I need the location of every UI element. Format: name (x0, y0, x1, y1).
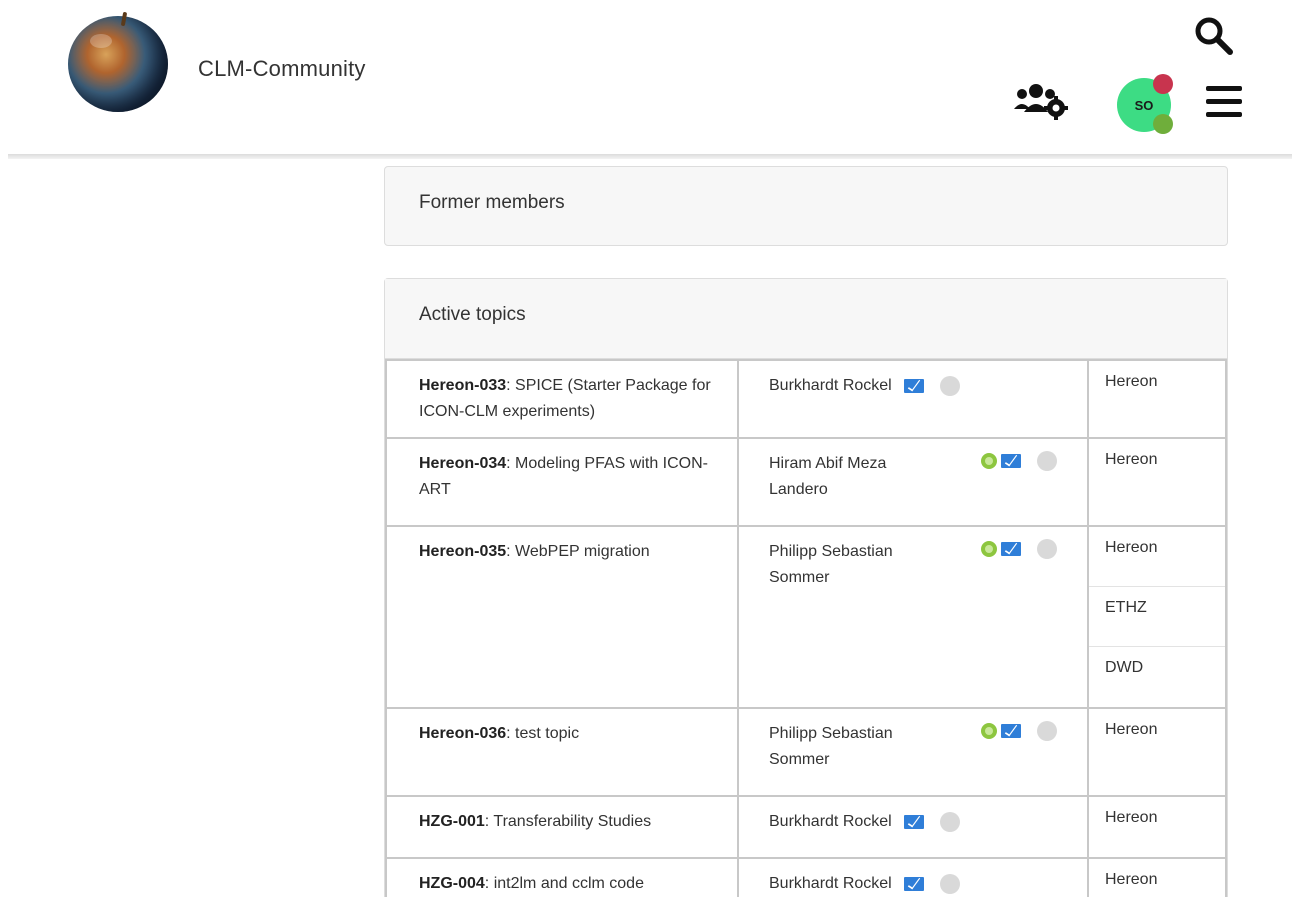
org-cell: Hereon (1087, 857, 1227, 897)
person-cell: Burkhardt Rockel (737, 795, 1089, 859)
person-cell: Philipp Sebastian Sommer (737, 707, 1089, 797)
active-topics-title: Active topics (419, 304, 526, 325)
site-header: CLM-Community SO (0, 0, 1292, 156)
topic-title[interactable]: : int2lm and cclm code (485, 875, 644, 892)
status-dot-icon (940, 376, 961, 396)
person-name[interactable]: Burkhardt Rockel (769, 871, 892, 897)
person-actions (904, 376, 961, 396)
topic-cell[interactable]: HZG-001: Transferability Studies (385, 795, 739, 859)
topic-title[interactable]: : Transferability Studies (485, 813, 651, 830)
hamburger-menu-icon[interactable] (1204, 84, 1244, 120)
orcid-icon[interactable] (981, 541, 997, 557)
person-actions (981, 721, 1057, 741)
mail-icon[interactable] (904, 379, 925, 393)
org-label[interactable]: ETHZ (1089, 587, 1225, 647)
topic-cell[interactable]: Hereon-033: SPICE (Starter Package for I… (385, 359, 739, 439)
users-settings-icon (1014, 84, 1068, 120)
topic-code[interactable]: Hereon-035 (419, 543, 506, 560)
table-row: HZG-001: Transferability Studies Burkhar… (385, 795, 1227, 859)
topic-cell[interactable]: HZG-004: int2lm and cclm code (385, 857, 739, 897)
former-members-card[interactable]: Former members (384, 166, 1228, 246)
search-icon (1195, 17, 1233, 55)
table-row: Hereon-034: Modeling PFAS with ICON-ART … (385, 437, 1227, 527)
org-cell: Hereon ETHZ DWD (1087, 525, 1227, 709)
status-dot-icon (940, 874, 961, 894)
person-cell: Philipp Sebastian Sommer (737, 525, 1089, 709)
person-cell: Burkhardt Rockel (737, 857, 1089, 897)
avatar-initials: SO (1134, 97, 1154, 113)
mail-icon[interactable] (904, 877, 925, 891)
online-status-badge (1153, 114, 1173, 134)
person-cell: Burkhardt Rockel (737, 359, 1089, 439)
search-button[interactable] (1192, 14, 1236, 58)
person-actions (904, 812, 961, 832)
org-cell: Hereon (1087, 437, 1227, 527)
menu-bar (1206, 99, 1242, 104)
status-dot-icon (940, 812, 961, 832)
manage-groups-button[interactable] (1012, 82, 1070, 122)
table-row: Hereon-035: WebPEP migration Philipp Seb… (385, 525, 1227, 709)
user-avatar[interactable]: SO (1117, 74, 1173, 134)
active-topics-card: Active topics Hereon-033: SPICE (Starter… (384, 278, 1228, 897)
person-cell: Hiram Abif Meza Landero (737, 437, 1089, 527)
org-label[interactable]: Hereon (1089, 709, 1225, 769)
active-topics-header[interactable]: Active topics (385, 279, 1227, 359)
org-cell: Hereon (1087, 795, 1227, 859)
topics-table: Hereon-033: SPICE (Starter Package for I… (385, 359, 1227, 897)
person-name[interactable]: Philipp Sebastian Sommer (769, 539, 949, 591)
topic-title[interactable]: : WebPEP migration (506, 543, 649, 560)
person-name[interactable]: Burkhardt Rockel (769, 373, 892, 399)
person-name[interactable]: Burkhardt Rockel (769, 809, 892, 835)
notification-badge (1153, 74, 1173, 94)
mail-icon[interactable] (904, 815, 925, 829)
orcid-icon[interactable] (981, 453, 997, 469)
topic-code[interactable]: Hereon-034 (419, 455, 506, 472)
table-row: HZG-004: int2lm and cclm code Burkhardt … (385, 857, 1227, 897)
topic-code[interactable]: HZG-004 (419, 875, 485, 892)
org-label[interactable]: Hereon (1089, 797, 1225, 857)
header-divider (8, 154, 1292, 159)
mail-icon[interactable] (1001, 542, 1021, 556)
person-name[interactable]: Philipp Sebastian Sommer (769, 721, 949, 773)
person-actions (981, 539, 1057, 559)
person-name[interactable]: Hiram Abif Meza Landero (769, 451, 949, 503)
status-dot-icon (1037, 539, 1057, 559)
site-logo[interactable] (68, 11, 168, 112)
org-label[interactable]: Hereon (1089, 361, 1225, 421)
mail-icon[interactable] (1001, 454, 1021, 468)
former-members-title[interactable]: Former members (385, 167, 1227, 239)
topic-cell[interactable]: Hereon-036: test topic (385, 707, 739, 797)
org-label[interactable]: Hereon (1089, 527, 1225, 587)
site-title[interactable]: CLM-Community (198, 56, 366, 82)
status-dot-icon (1037, 721, 1057, 741)
org-label[interactable]: Hereon (1089, 859, 1225, 897)
topic-code[interactable]: Hereon-036 (419, 725, 506, 742)
org-cell: Hereon (1087, 707, 1227, 797)
topic-code[interactable]: Hereon-033 (419, 377, 506, 394)
org-label[interactable]: DWD (1089, 647, 1225, 707)
topic-cell[interactable]: Hereon-035: WebPEP migration (385, 525, 739, 709)
topic-cell[interactable]: Hereon-034: Modeling PFAS with ICON-ART (385, 437, 739, 527)
person-actions (981, 451, 1057, 471)
menu-bar (1206, 86, 1242, 91)
topic-code[interactable]: HZG-001 (419, 813, 485, 830)
person-actions (904, 874, 961, 894)
table-row: Hereon-036: test topic Philipp Sebastian… (385, 707, 1227, 797)
org-cell: Hereon (1087, 359, 1227, 439)
orcid-icon[interactable] (981, 723, 997, 739)
topic-title[interactable]: : test topic (506, 725, 579, 742)
org-label[interactable]: Hereon (1089, 439, 1225, 499)
menu-bar (1206, 112, 1242, 117)
table-row: Hereon-033: SPICE (Starter Package for I… (385, 359, 1227, 439)
logo-stem (120, 11, 128, 27)
status-dot-icon (1037, 451, 1057, 471)
mail-icon[interactable] (1001, 724, 1021, 738)
logo-shine (90, 34, 112, 48)
